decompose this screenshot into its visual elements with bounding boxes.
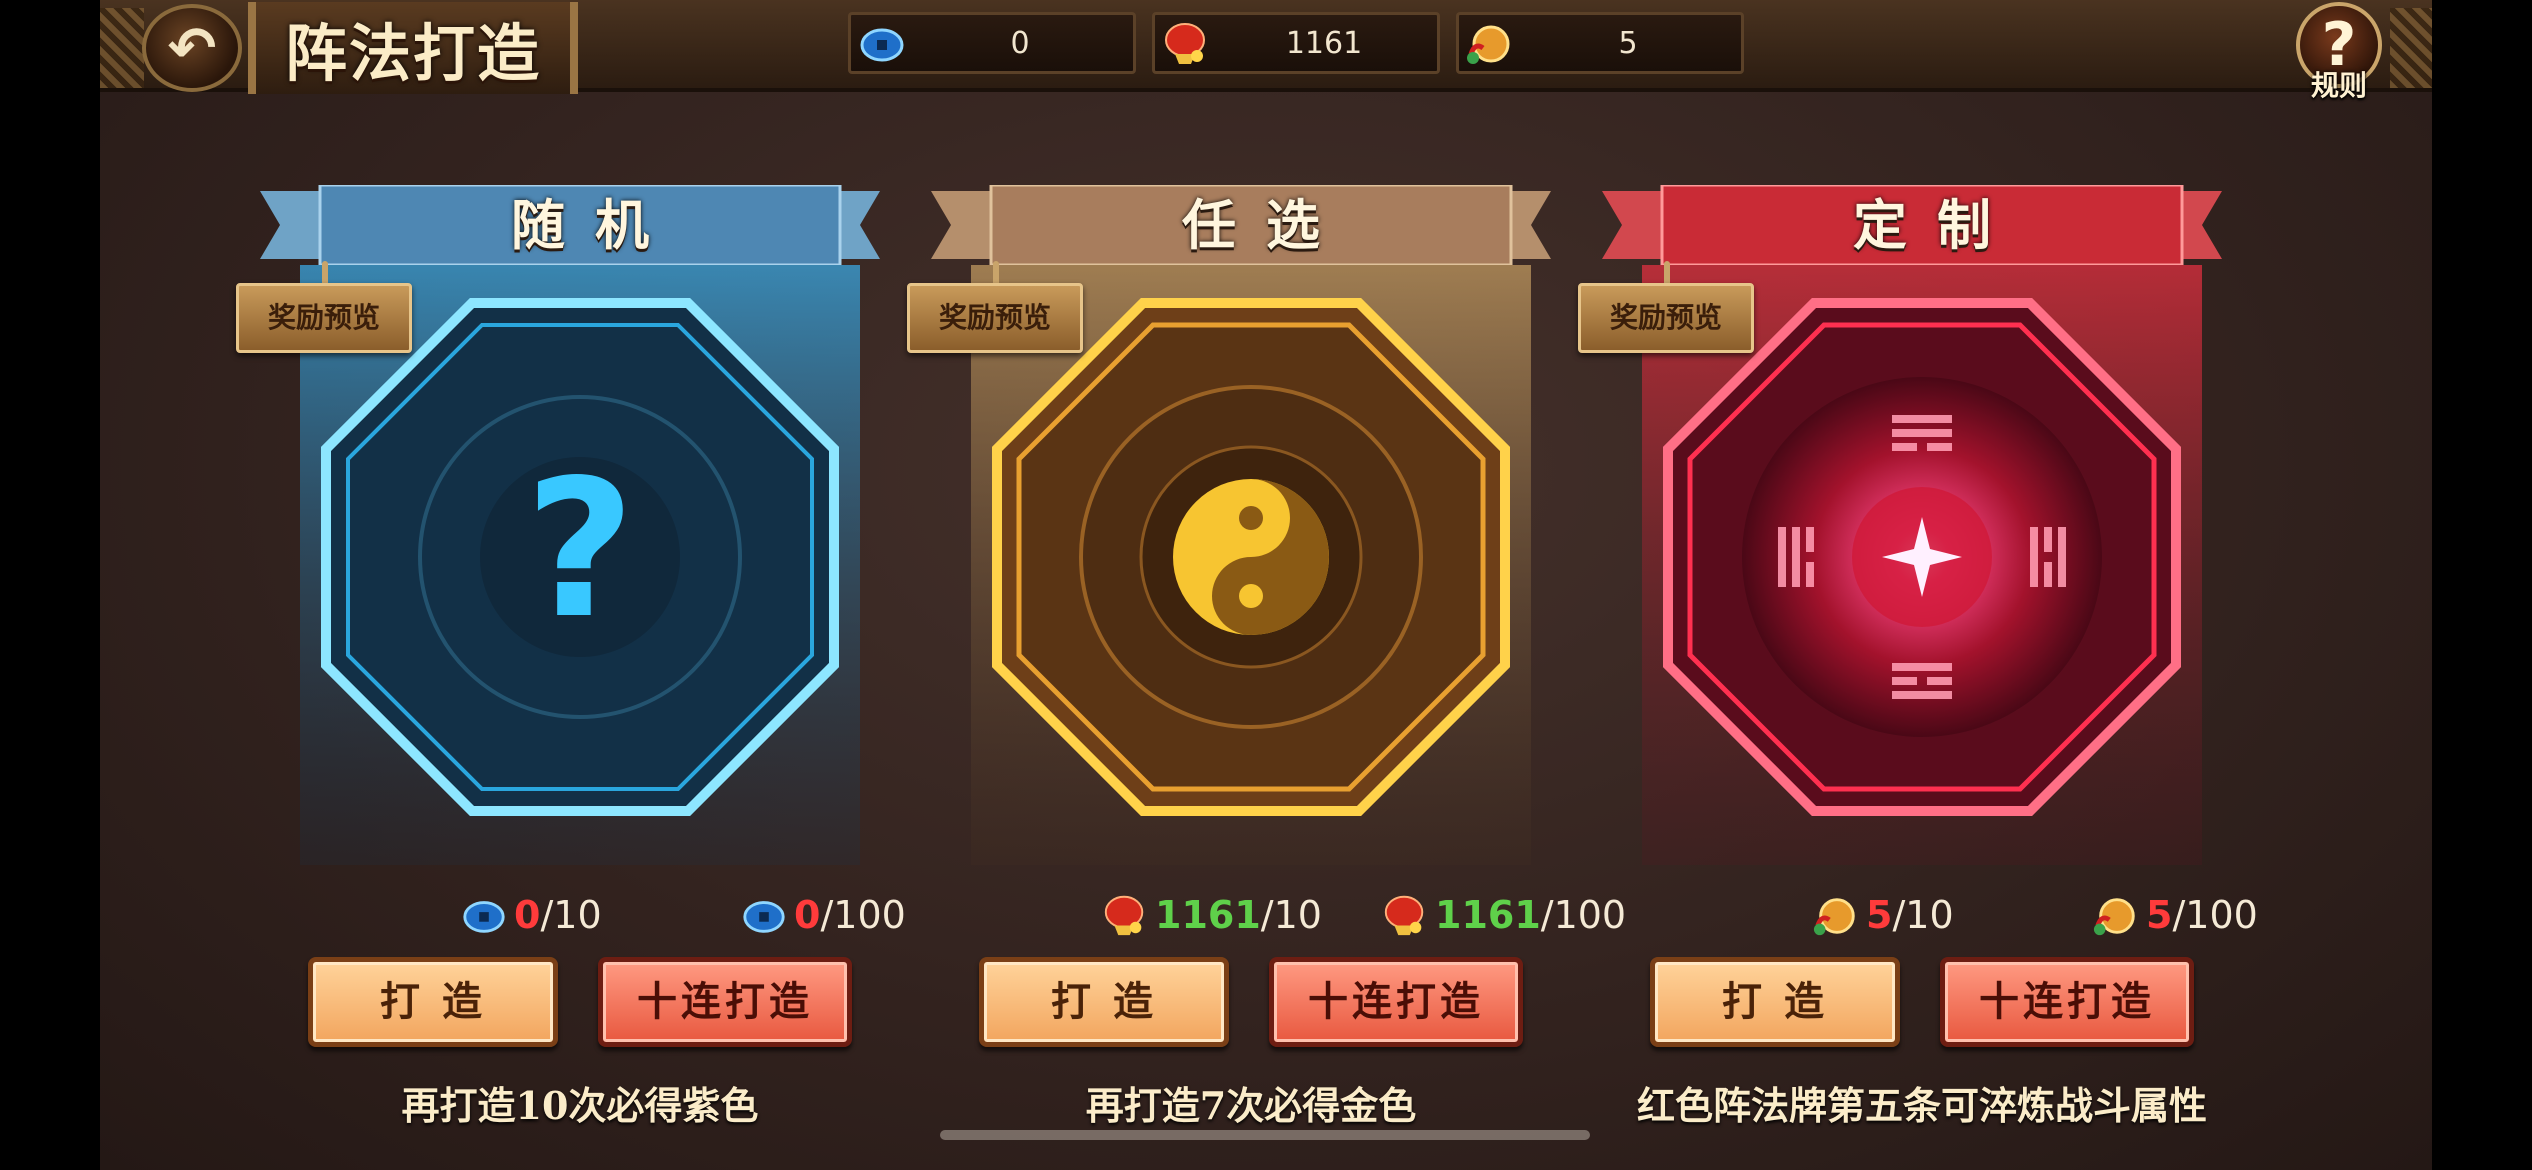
resource-coin: 0 — [848, 12, 1136, 74]
ten-cost: 0 / 100 — [740, 885, 906, 945]
reward-preview-button[interactable]: 奖励预览 — [1578, 283, 1754, 353]
resource-medal: 5 — [1456, 12, 1744, 74]
back-button[interactable]: ↶ — [142, 4, 242, 92]
pity-hint: 再打造10次必得紫色 — [401, 1083, 759, 1128]
coin-value: 0 — [1010, 25, 1030, 61]
corner-ornament — [2390, 8, 2432, 88]
cost-have: 1161 — [1155, 893, 1261, 937]
forge-ten-button[interactable]: 十连打造 — [598, 957, 852, 1047]
single-cost: 0 / 10 — [460, 885, 602, 945]
back-arrow-icon: ↶ — [167, 14, 217, 82]
game-screen: ↶ 阵法打造 0 1161 5 ? 规则 随机 ? 奖励预览 0 / 10 0 … — [100, 0, 2432, 1170]
pity-hint: 再打造7次必得金色 — [1085, 1083, 1417, 1128]
cost-have: 0 — [514, 893, 541, 937]
gold-token-icon — [1467, 25, 1510, 64]
cost-have: 0 — [794, 893, 821, 937]
gold-token-icon — [2093, 898, 2135, 936]
resource-gourd: 1161 — [1152, 12, 1440, 74]
forge-ten-button[interactable]: 十连打造 — [1269, 957, 1523, 1047]
rules-label: 规则 — [2310, 69, 2367, 102]
cost-have: 1161 — [1435, 893, 1541, 937]
forge-button[interactable]: 打 造 — [979, 957, 1229, 1047]
cost-need: 10 — [1273, 893, 1322, 937]
page-title: 阵法打造 — [284, 17, 541, 90]
pity-hint: 红色阵法牌第五条可淬炼战斗属性 — [1636, 1083, 2207, 1128]
svg-text:?: ? — [525, 439, 635, 660]
reward-preview-button[interactable]: 奖励预览 — [236, 283, 412, 353]
home-indicator[interactable] — [940, 1130, 1590, 1140]
forge-button[interactable]: 打 造 — [308, 957, 558, 1047]
cost-separator: / — [2172, 893, 2186, 937]
blue-coin-icon — [860, 28, 904, 62]
cost-need: 10 — [1905, 893, 1954, 937]
rules-button[interactable]: ? 规则 — [2290, 0, 2388, 102]
question-mark-emblem[interactable]: ? — [318, 295, 842, 819]
yin-yang-emblem[interactable] — [989, 295, 1513, 819]
forge-ten-button[interactable]: 十连打造 — [1940, 957, 2194, 1047]
cost-need: 100 — [2185, 893, 2258, 937]
blue-coin-icon — [463, 901, 505, 933]
cost-row: 5 / 10 5 / 100 — [1602, 885, 2258, 945]
top-bar: ↶ 阵法打造 0 1161 5 ? 规则 — [100, 0, 2432, 102]
card-title: 随机 — [511, 193, 679, 257]
blue-coin-icon — [743, 901, 785, 933]
forge-button[interactable]: 打 造 — [1650, 957, 1900, 1047]
cost-row: 0 / 10 0 / 100 — [260, 885, 906, 945]
cost-separator: / — [1892, 893, 1906, 937]
cost-separator: / — [540, 893, 554, 937]
card-title: 任选 — [1182, 193, 1350, 257]
cost-separator: / — [1260, 893, 1274, 937]
title-plate: 阵法打造 — [248, 2, 578, 94]
medal-value: 5 — [1618, 25, 1638, 61]
cost-have: 5 — [1866, 893, 1893, 937]
card-random: 随机 ? 奖励预览 0 / 10 0 / 100 打 造 十连打造 再打造10次… — [236, 185, 906, 1128]
cost-need: 100 — [833, 893, 906, 937]
cost-separator: / — [820, 893, 834, 937]
red-gourd-icon — [1165, 23, 1205, 64]
gold-token-icon — [1813, 898, 1855, 936]
bagua-star-emblem[interactable] — [1660, 295, 2184, 819]
gourd-value: 1161 — [1285, 25, 1363, 61]
reward-preview-button[interactable]: 奖励预览 — [907, 283, 1083, 353]
cost-row: 1161 / 10 1161 / 100 — [931, 885, 1626, 945]
cost-need: 10 — [553, 893, 602, 937]
ten-cost: 5 / 100 — [2092, 885, 2258, 945]
card-choice: 任选 奖励预览 1161 / 10 1161 / 100 打 造 十连打造 再打… — [907, 185, 1626, 1128]
card-custom: 定制 奖励预览 5 / 10 5 / 100 打 造 十连打造 红色阵法牌第五条… — [1578, 185, 2258, 1128]
red-gourd-icon — [1104, 895, 1144, 936]
single-cost: 1161 / 10 — [1101, 885, 1322, 945]
card-title: 定制 — [1853, 193, 2021, 257]
ten-cost: 1161 / 100 — [1381, 885, 1626, 945]
corner-ornament — [100, 8, 144, 88]
cost-have: 5 — [2146, 893, 2173, 937]
single-cost: 5 / 10 — [1812, 885, 1954, 945]
cost-separator: / — [1540, 893, 1554, 937]
red-gourd-icon — [1384, 895, 1424, 936]
